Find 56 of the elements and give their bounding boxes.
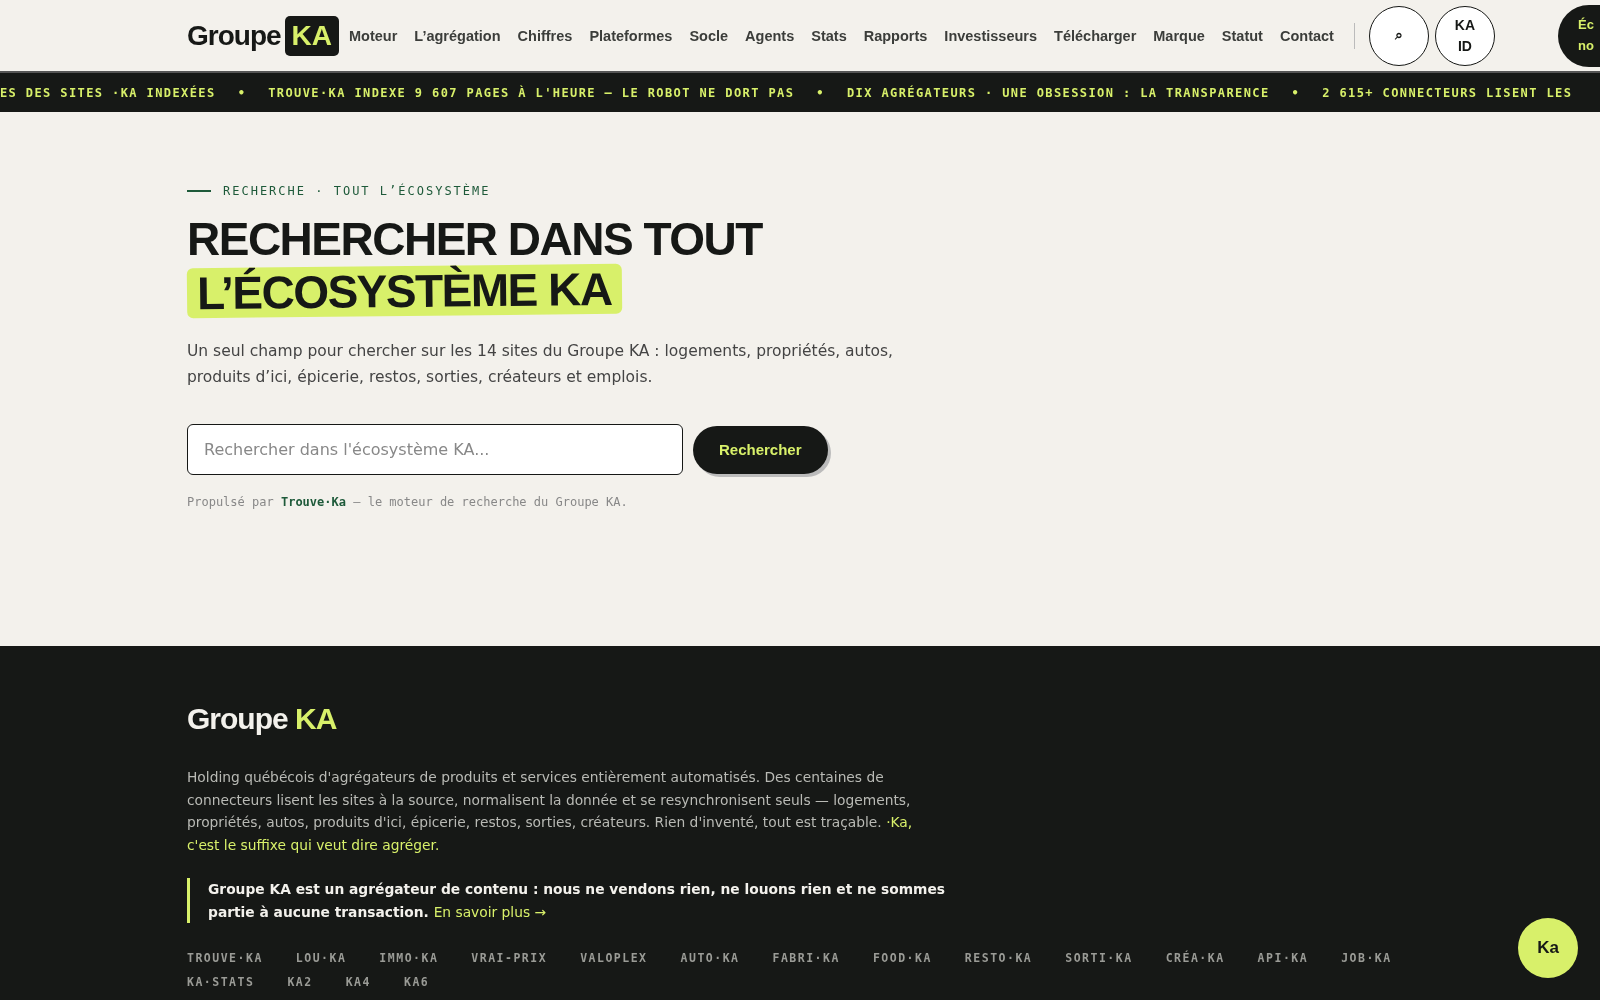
account-button[interactable]: KA ID bbox=[1434, 5, 1495, 66]
site-link[interactable]: CRÉA·KA bbox=[1165, 951, 1225, 965]
nav-link[interactable]: Télécharger bbox=[1054, 27, 1137, 44]
nav-link[interactable]: Moteur bbox=[349, 27, 398, 44]
site-link[interactable]: VALOPLEX bbox=[580, 951, 648, 965]
logo-text: Groupe bbox=[187, 19, 281, 52]
ticker-text: DIX AGRÉGATEURS · UNE OBSESSION : LA TRANSPARENCE bbox=[847, 85, 1270, 100]
site-link[interactable]: FOOD·KA bbox=[872, 951, 932, 965]
nav-link[interactable]: Marque bbox=[1153, 27, 1205, 44]
site-link[interactable]: LOU·KA bbox=[295, 951, 347, 965]
chat-button[interactable]: Ka bbox=[1518, 918, 1578, 978]
page-title: RECHERCHER DANS TOUT bbox=[187, 213, 762, 265]
page-title-highlight: L’ÉCOSYSTÈME KA bbox=[186, 263, 622, 319]
ticker-separator: • bbox=[237, 85, 247, 100]
site-link[interactable]: JOB·KA bbox=[1341, 951, 1392, 965]
intro-text: Un seul champ pour chercher sur les 14 sites du Groupe KA : logements, propriétés, autos, produits d’ici, épicerie, restos, sorties, créateurs et emplois. bbox=[187, 341, 894, 388]
nav-link[interactable]: Agents bbox=[745, 27, 795, 44]
nav-link[interactable]: Plateformes bbox=[589, 27, 673, 44]
site-link[interactable]: VRAI-PRIX bbox=[471, 951, 548, 965]
ticker-text: 2 615+ CONNECTEURS LISENT LES bbox=[1322, 85, 1573, 100]
site-link[interactable]: KA2 bbox=[287, 975, 313, 989]
nav-link[interactable]: Socle bbox=[689, 27, 729, 44]
site-link[interactable]: KA·STATS bbox=[187, 975, 255, 989]
nav-link[interactable]: Statut bbox=[1221, 27, 1263, 44]
nav-link[interactable]: Chiffres bbox=[517, 27, 573, 44]
search-field[interactable]: Rechercher dans l'écosystème KA... bbox=[187, 424, 683, 475]
nav-link[interactable]: L’agrégation bbox=[414, 27, 501, 44]
site-link[interactable]: TROUVE·KA bbox=[187, 951, 263, 965]
site-link[interactable]: IMMO·KA bbox=[379, 951, 439, 965]
nav-link[interactable]: Rapports bbox=[863, 27, 928, 44]
logo-badge: KA bbox=[284, 15, 339, 56]
site-link[interactable]: RESTO·KA bbox=[964, 951, 1033, 965]
nav-link[interactable]: Stats bbox=[811, 27, 847, 44]
ticker-text: TROUVE·KA INDEXE 9 607 PAGES À L'HEURE — LE ROBOT NE DORT PAS bbox=[268, 85, 795, 100]
site-link[interactable]: FABRI·KA bbox=[772, 951, 840, 965]
search-submit-button[interactable]: Rechercher bbox=[693, 425, 828, 474]
site-link[interactable]: API·KA bbox=[1257, 951, 1309, 965]
about-text: Holding québécois d'agrégateurs de produits et services entièrement automatisés. Des centaines de connecteurs lisent les sites à la source, normalisent la donnée et se resynchronisent seuls — logements, propriétés, autos, produits d'ici, épicerie, restos, sorties, créateurs. Rien d'inventé, tout est traçable. ·Ka, c'est le suffixe qui veut dire agréger. bbox=[187, 768, 914, 855]
cta-button[interactable]: Éc no bbox=[1558, 4, 1600, 67]
logo[interactable]: Groupe KA bbox=[187, 15, 339, 56]
eyebrow-text: RECHERCHE · TOUT L’ÉCOSYSTÈME bbox=[223, 184, 491, 198]
nav-link[interactable]: Investisseurs bbox=[944, 27, 1038, 44]
ticker-text: ES DES SITES ·KA INDEXÉES bbox=[0, 85, 216, 100]
disclaimer-text: Groupe KA est un agrégateur de contenu : nous ne vendons rien, ne louons rien et ne sommes partie à aucune transaction. En savoir plus → bbox=[187, 878, 953, 923]
trouve-ka-link[interactable]: Trouve·Ka bbox=[280, 495, 346, 509]
footer-logo: Groupe KA bbox=[187, 702, 338, 736]
site-link[interactable]: KA6 bbox=[403, 975, 430, 989]
search-button[interactable]: ⌕ bbox=[1368, 5, 1429, 66]
nav-link[interactable]: Contact bbox=[1279, 27, 1334, 44]
ticker-separator: • bbox=[1291, 85, 1301, 100]
ticker-separator: • bbox=[816, 85, 825, 100]
learn-more-link[interactable]: En savoir plus → bbox=[433, 903, 547, 920]
site-link[interactable]: AUTO·KA bbox=[680, 951, 740, 965]
site-link[interactable]: KA4 bbox=[345, 975, 371, 989]
powered-by-text: Propulsé par Trouve·Ka — le moteur de recherche du Groupe KA. bbox=[187, 495, 629, 509]
site-link[interactable]: SORTI·KA bbox=[1065, 951, 1133, 965]
